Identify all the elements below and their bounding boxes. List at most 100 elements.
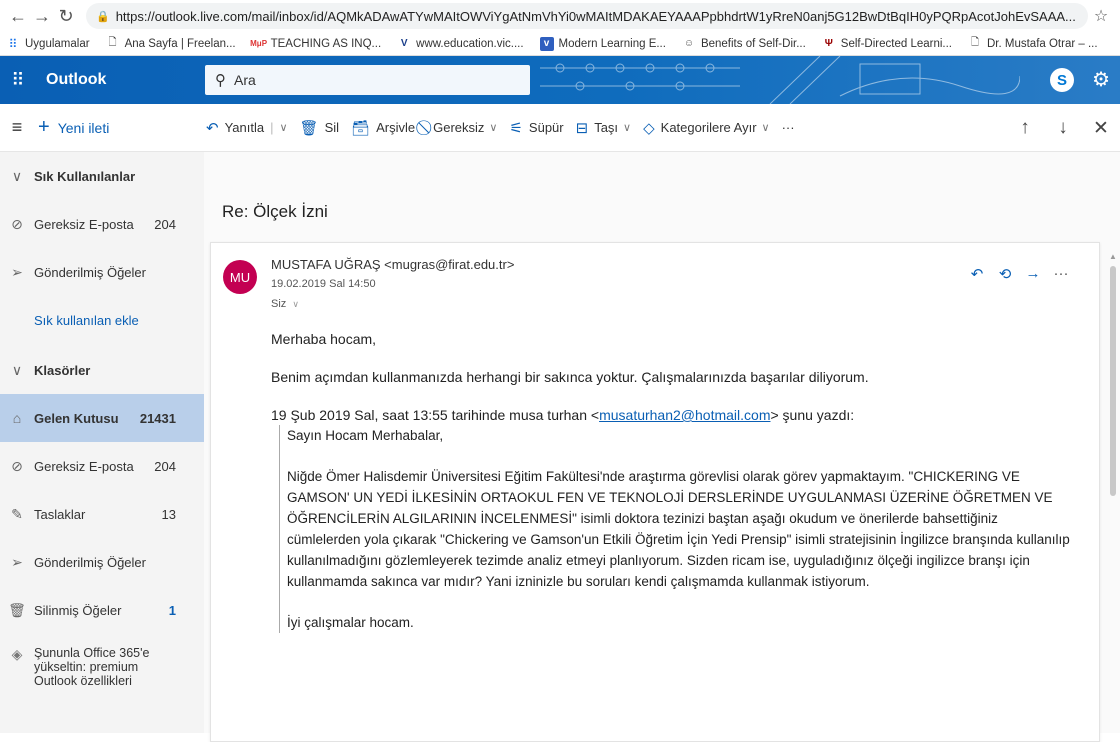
quoted-message: Sayın Hocam Merhabalar, Niğde Ömer Halis…: [279, 425, 1071, 633]
message-navigation: ↑ ↓ ✕: [1006, 104, 1120, 152]
skype-icon[interactable]: S: [1050, 68, 1074, 92]
forward-icon[interactable]: →: [30, 4, 54, 28]
send-icon: ➢: [11, 553, 23, 570]
trash-icon: 🗑: [299, 119, 319, 137]
quote-closing: İyi çalışmalar hocam.: [287, 615, 414, 630]
reply-text: Benim açımdan kullanmanızda herhangi bir…: [271, 369, 869, 385]
message-body: Merhaba hocam, Benim açımdan kullanmanız…: [271, 329, 1071, 653]
v-icon: v: [539, 36, 554, 51]
junk-button[interactable]: ⃠ Gereksiz ∨: [427, 119, 497, 136]
block-icon: ⊘: [11, 215, 23, 232]
reply-icon[interactable]: ↶: [963, 265, 991, 283]
greeting: Merhaba hocam,: [271, 331, 377, 347]
bookmark-item[interactable]: Ψ Self-Directed Learni...: [822, 37, 952, 51]
more-actions-button[interactable]: ···: [782, 120, 795, 135]
url-text: https://outlook.live.com/mail/inbox/id/A…: [115, 8, 1076, 24]
new-message-button[interactable]: + Yeni ileti: [38, 116, 206, 139]
folder-drafts[interactable]: ✎ Taslaklar 13: [0, 490, 204, 538]
header-decoration: [540, 56, 1020, 104]
bookmark-item[interactable]: V www.education.vic....: [397, 37, 524, 51]
scrollbar-thumb[interactable]: [1110, 266, 1116, 496]
plus-icon: +: [38, 116, 50, 138]
search-box[interactable]: ⚲ Ara: [205, 65, 530, 95]
recipient-line[interactable]: Siz ∨: [271, 298, 299, 310]
bookmark-item[interactable]: MμP TEACHING AS INQ...: [250, 37, 381, 51]
sweep-button[interactable]: ⚟ Süpür: [509, 119, 563, 137]
more-icon[interactable]: ···: [1047, 265, 1075, 283]
delete-button[interactable]: 🗑 Sil: [300, 119, 340, 137]
send-icon: ➢: [11, 263, 23, 280]
people-icon: ☺: [683, 38, 695, 49]
avatar[interactable]: MU: [223, 260, 257, 294]
search-icon: ⚲: [215, 72, 226, 89]
page-icon: 🗋: [970, 37, 980, 48]
bookmark-item[interactable]: ☺ Benefits of Self-Dir...: [682, 37, 806, 51]
scrollbar[interactable]: ▲: [1108, 252, 1118, 732]
recipient: Siz: [271, 298, 287, 310]
bookmark-item[interactable]: 🗋 Ana Sayfa | Freelan...: [106, 37, 236, 51]
apps-grid-icon: ⠿: [8, 36, 18, 51]
chevron-down-icon: ∨: [11, 361, 23, 378]
settings-gear-icon[interactable]: ⚙: [1092, 67, 1110, 92]
lock-icon: 🔒: [96, 10, 110, 23]
outlook-header: ⠿ Outlook ⚲ Ara S ⚙: [0, 56, 1120, 104]
reading-pane: Re: Ölçek İzni MU MUSTAFA UĞRAŞ <mugras@…: [204, 152, 1120, 742]
sender-name[interactable]: MUSTAFA UĞRAŞ <mugras@firat.edu.tr>: [271, 257, 514, 272]
broom-icon: ⚟: [509, 119, 523, 137]
message-subject: Re: Ölçek İzni: [222, 202, 328, 221]
chevron-down-icon: ∨: [623, 122, 632, 134]
folders-section-header[interactable]: ∨ Klasörler: [0, 346, 204, 394]
scroll-up-icon[interactable]: ▲: [1108, 252, 1118, 261]
app-launcher-icon[interactable]: ⠿: [0, 56, 36, 104]
favorite-sent-items[interactable]: ➢ Gönderilmiş Öğeler: [0, 248, 204, 296]
reload-icon[interactable]: ↻: [54, 4, 78, 28]
iu-icon: Ψ: [824, 38, 833, 49]
add-favorite-link[interactable]: Sık kullanılan ekle: [0, 296, 204, 344]
close-icon[interactable]: ✕: [1082, 117, 1120, 140]
reply-button[interactable]: ↶ Yanıtla: [206, 119, 264, 137]
bookmark-apps[interactable]: ⠿ Uygulamalar: [6, 37, 90, 51]
move-button[interactable]: ⊟ Taşı ∨: [576, 119, 631, 137]
mup-icon: MμP: [250, 39, 268, 48]
archive-button[interactable]: 🗃 Arşivle: [351, 119, 415, 137]
forward-icon[interactable]: →: [1019, 265, 1047, 283]
bookmarks-bar: ⠿ Uygulamalar 🗋 Ana Sayfa | Freelan... M…: [0, 32, 1120, 56]
upgrade-office365-link[interactable]: ◈ Şununla Office 365'e yükseltin: premiu…: [0, 634, 204, 688]
command-bar: ≡ + Yeni ileti ↶ Yanıtla | ∨ 🗑 Sil 🗃 Arş…: [0, 104, 1120, 152]
chevron-down-icon: ∨: [761, 122, 770, 134]
favorite-junk-email[interactable]: ⊘ Gereksiz E-posta 204: [0, 200, 204, 248]
folder-inbox[interactable]: ⌂ Gelen Kutusu 21431: [0, 394, 204, 442]
quote-header: 19 Şub 2019 Sal, saat 13:55 tarihinde mu…: [271, 407, 855, 423]
hamburger-menu-icon[interactable]: ≡: [0, 117, 34, 138]
quoted-email-link[interactable]: musaturhan2@hotmail.com: [599, 407, 770, 423]
reply-dropdown-chevron-icon[interactable]: ∨: [279, 121, 287, 134]
favorites-section-header[interactable]: ∨ Sık Kullanılanlar: [0, 152, 204, 200]
arrow-up-icon[interactable]: ↑: [1006, 117, 1044, 139]
folder-sent-items[interactable]: ➢ Gönderilmiş Öğeler: [0, 538, 204, 586]
folder-pane: ∨ Sık Kullanılanlar ⊘ Gereksiz E-posta 2…: [0, 152, 204, 733]
back-icon[interactable]: ←: [6, 4, 30, 28]
message-card: MU MUSTAFA UĞRAŞ <mugras@firat.edu.tr> 1…: [210, 242, 1100, 742]
address-bar[interactable]: 🔒 https://outlook.live.com/mail/inbox/id…: [86, 3, 1088, 29]
brand-logo[interactable]: Outlook: [46, 71, 196, 89]
pencil-icon: ✎: [11, 505, 23, 522]
message-date: 19.02.2019 Sal 14:50: [271, 278, 376, 290]
quote-greeting: Sayın Hocam Merhabalar,: [287, 428, 444, 443]
bookmark-star-icon[interactable]: ☆: [1088, 6, 1114, 26]
trash-icon: 🗑: [8, 601, 26, 618]
separator: |: [270, 120, 274, 135]
message-actions: ↶ ⟲ → ···: [963, 265, 1075, 283]
page-icon: 🗋: [108, 37, 117, 48]
arrow-down-icon[interactable]: ↓: [1044, 117, 1082, 139]
diamond-icon: ◈: [11, 646, 23, 662]
inbox-icon: ⌂: [12, 410, 22, 426]
block-icon: ⊘: [11, 457, 23, 474]
categorize-button[interactable]: ◇ Kategorilere Ayır ∨: [643, 119, 769, 137]
bookmark-item[interactable]: 🗋 Dr. Mustafa Otrar – ...: [968, 37, 1098, 51]
folder-junk-email[interactable]: ⊘ Gereksiz E-posta 204: [0, 442, 204, 490]
folder-deleted-items[interactable]: 🗑 Silinmiş Öğeler 1: [0, 586, 204, 634]
bookmark-item[interactable]: v Modern Learning E...: [539, 36, 666, 51]
reply-all-icon[interactable]: ⟲: [991, 265, 1019, 283]
move-folder-icon: ⊟: [575, 119, 589, 137]
tag-icon: ◇: [643, 119, 655, 137]
